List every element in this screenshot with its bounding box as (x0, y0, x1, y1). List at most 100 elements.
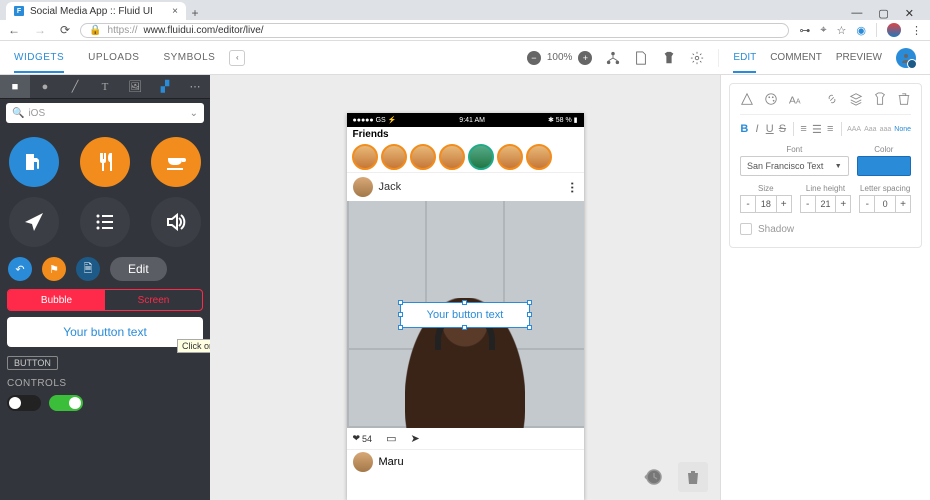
edit-button[interactable]: Edit (110, 257, 167, 281)
toggle-off[interactable] (7, 395, 41, 411)
variant-bubble[interactable]: Bubble (8, 290, 105, 310)
size-dec[interactable]: - (740, 195, 756, 213)
widget-cafe-icon[interactable] (151, 137, 201, 187)
lh-value[interactable]: 21 (816, 195, 836, 213)
resize-handle[interactable] (462, 300, 467, 305)
document-icon[interactable] (634, 51, 648, 65)
history-button[interactable] (638, 462, 668, 492)
post-image[interactable]: Your button text (347, 201, 584, 428)
size-value[interactable]: 18 (756, 195, 776, 213)
resize-handle[interactable] (398, 300, 403, 305)
case-title[interactable]: Aaa (864, 126, 876, 133)
layers-icon[interactable] (849, 92, 863, 106)
tab-symbols[interactable]: SYMBOLS (163, 52, 215, 64)
tab-uploads[interactable]: UPLOADS (88, 52, 139, 64)
widget-navigation-icon[interactable] (9, 197, 59, 247)
trash-icon[interactable] (897, 92, 911, 106)
toggle-on[interactable] (49, 395, 83, 411)
tool-circle[interactable]: ● (30, 75, 60, 98)
size-inc[interactable]: + (776, 195, 792, 213)
tool-rectangle[interactable]: ■ (0, 75, 30, 98)
story-avatar[interactable] (381, 144, 407, 170)
font-select[interactable]: San Francisco Text ▼ (740, 156, 849, 176)
collapse-sidebar-button[interactable]: ‹ (229, 50, 245, 66)
ls-value[interactable]: 0 (875, 195, 895, 213)
color-swatch[interactable] (857, 156, 911, 176)
story-avatar[interactable] (526, 144, 552, 170)
widget-list-icon[interactable] (80, 197, 130, 247)
widget-food-icon[interactable] (80, 137, 130, 187)
case-upper[interactable]: AAA (847, 126, 861, 133)
key-icon[interactable]: ⊶ (799, 24, 810, 37)
zoom-in-button[interactable]: + (578, 51, 592, 65)
tool-line[interactable]: ╱ (60, 75, 90, 98)
star-icon[interactable]: ☆ (837, 24, 847, 37)
comment-icon[interactable]: ▭ (386, 432, 396, 445)
tshirt-icon[interactable] (662, 51, 676, 65)
window-minimize-icon[interactable]: — (851, 7, 862, 20)
align-center-button[interactable]: ☰ (812, 121, 822, 137)
bold-button[interactable]: B (740, 121, 749, 137)
align-right-button[interactable]: ≡ (826, 121, 835, 137)
window-maximize-icon[interactable]: ▢ (878, 7, 888, 20)
variant-screen[interactable]: Screen (105, 290, 202, 310)
case-lower[interactable]: aaa (880, 126, 892, 133)
story-avatar[interactable] (352, 144, 378, 170)
align-left-button[interactable]: ≡ (799, 121, 808, 137)
url-input[interactable]: 🔒 https://www.fluidui.com/editor/live/ (80, 23, 789, 38)
search-engine-icon[interactable]: ⌖ (820, 24, 826, 37)
post-menu-icon[interactable]: ⋯ (565, 182, 579, 193)
lh-inc[interactable]: + (835, 195, 851, 213)
shadow-checkbox[interactable] (740, 223, 752, 235)
italic-button[interactable]: I (753, 121, 762, 137)
underline-button[interactable]: U (765, 121, 774, 137)
widget-volume-icon[interactable] (151, 197, 201, 247)
nav-back-icon[interactable]: ← (8, 23, 20, 37)
hierarchy-icon[interactable] (606, 51, 620, 65)
close-tab-icon[interactable]: × (172, 6, 178, 17)
story-avatar[interactable] (468, 144, 494, 170)
tool-image[interactable]: 🖼 (120, 75, 150, 98)
window-close-icon[interactable]: ✕ (905, 7, 914, 20)
nav-reload-icon[interactable]: ⟳ (60, 23, 70, 37)
trash-button[interactable] (678, 462, 708, 492)
resize-handle[interactable] (527, 325, 532, 330)
chevron-down-icon[interactable]: ⌄ (190, 108, 198, 119)
new-tab-button[interactable]: + (186, 6, 204, 20)
resize-handle[interactable] (462, 325, 467, 330)
mode-comment[interactable]: COMMENT (770, 52, 822, 63)
resize-handle[interactable] (527, 312, 532, 317)
share-icon[interactable]: ➤ (410, 432, 419, 445)
tool-component[interactable]: ▞ (150, 75, 180, 98)
extension-icon[interactable]: ◉ (856, 24, 866, 37)
case-none[interactable]: None (894, 126, 911, 133)
selected-button-element[interactable]: Your button text (400, 302, 531, 328)
palette-icon[interactable] (764, 92, 778, 106)
browser-tab[interactable]: F Social Media App :: Fluid UI × (6, 2, 186, 20)
mode-edit[interactable]: EDIT (733, 52, 756, 73)
strike-button[interactable]: S (778, 121, 787, 137)
shape-tool-icon[interactable] (740, 92, 754, 106)
resize-handle[interactable] (527, 300, 532, 305)
post-author-avatar[interactable] (353, 177, 373, 197)
text-style-icon[interactable]: AA (788, 92, 802, 106)
mode-preview[interactable]: PREVIEW (836, 52, 882, 63)
user-avatar[interactable] (896, 48, 916, 68)
profile-avatar-icon[interactable] (887, 23, 901, 37)
flag-button[interactable]: ⚑ (42, 257, 66, 281)
post-author-avatar[interactable] (353, 452, 373, 472)
zoom-out-button[interactable]: − (527, 51, 541, 65)
tool-text[interactable]: T (90, 75, 120, 98)
canvas[interactable]: ●●●●● GS ⚡ 9:41 AM ✱ 58 % ▮ Friends Jack… (210, 75, 720, 500)
nav-forward-icon[interactable]: → (34, 23, 46, 37)
widget-search-input[interactable]: 🔍 iOS ⌄ (6, 103, 204, 123)
tab-widgets[interactable]: WIDGETS (14, 52, 64, 73)
kebab-menu-icon[interactable]: ⋮ (911, 24, 922, 37)
save-button[interactable]: 🗎 (76, 257, 100, 281)
widget-gas-icon[interactable] (9, 137, 59, 187)
widget-preview-button[interactable]: Your button text Click or drag-and-drop … (7, 317, 203, 347)
ls-inc[interactable]: + (895, 195, 911, 213)
like-button[interactable]: ❤54 (353, 433, 373, 444)
resize-handle[interactable] (398, 325, 403, 330)
story-avatar[interactable] (410, 144, 436, 170)
